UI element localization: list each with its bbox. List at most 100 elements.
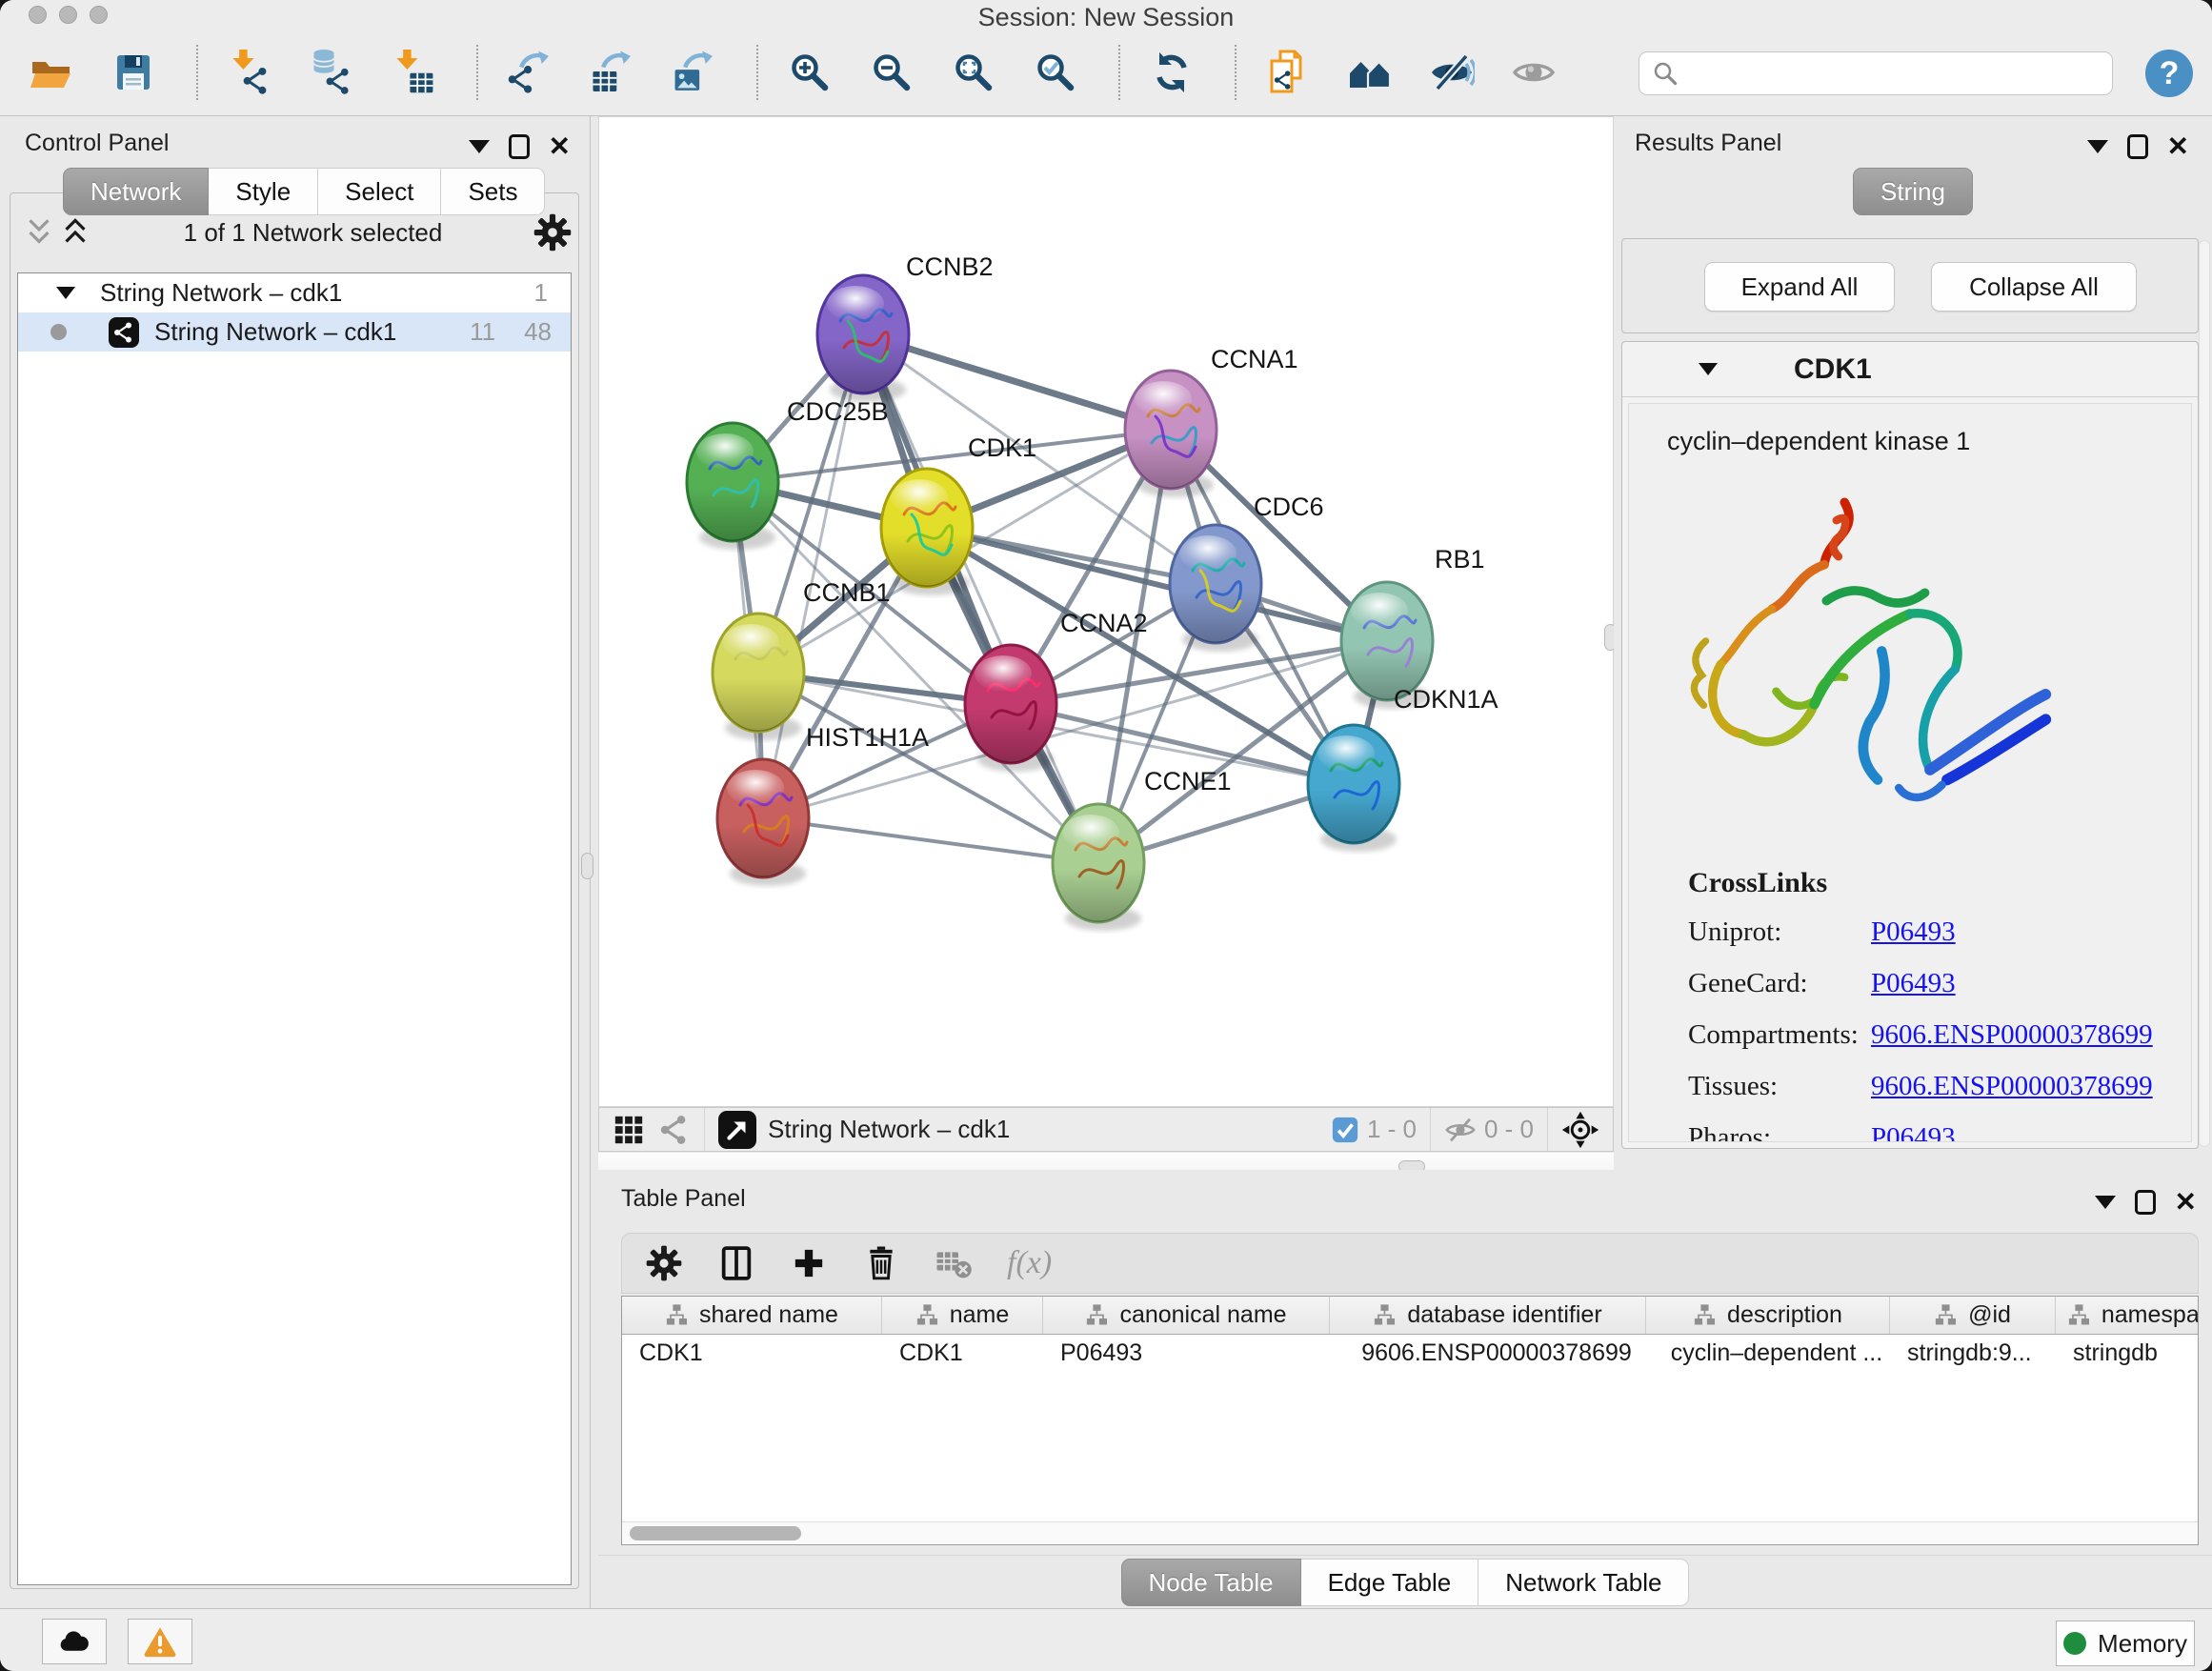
crosshair-icon[interactable] (1561, 1111, 1599, 1149)
selected-checkbox-icon[interactable] (1331, 1116, 1359, 1144)
collapse-all-button[interactable]: Collapse All (1931, 262, 2137, 312)
float-panel-icon[interactable] (469, 140, 490, 153)
crosslink-link[interactable]: 9606.ENSP00000378699 (1871, 1071, 2153, 1102)
zoom-out-button[interactable] (865, 44, 918, 101)
search-field[interactable] (1639, 51, 2113, 95)
network-node-CCNB2[interactable] (817, 275, 909, 402)
network-node-HIST1H1A[interactable] (717, 759, 809, 886)
toolbar-separator (1118, 45, 1120, 100)
show-all-button[interactable] (1507, 44, 1560, 101)
zoom-selected-button[interactable] (1029, 44, 1082, 101)
network-edge-CDK1-RB1[interactable] (927, 528, 1387, 641)
export-table-button[interactable] (585, 44, 638, 101)
maximize-panel-icon[interactable] (509, 134, 530, 159)
tab-network[interactable]: Network (63, 168, 209, 215)
network-node-CDK1[interactable] (881, 469, 973, 595)
open-session-button[interactable] (25, 44, 78, 101)
crosslink-link[interactable]: P06493 (1871, 968, 1956, 999)
table-settings-gear-icon[interactable] (645, 1244, 683, 1282)
table-row[interactable]: CDK1CDK1P064939606.ENSP00000378699cyclin… (622, 1335, 2198, 1371)
results-scrollbar[interactable] (2199, 240, 2210, 1147)
search-input[interactable] (1687, 59, 2112, 88)
tab-node-table[interactable]: Node Table (1121, 1559, 1301, 1606)
column-header-database-identifier[interactable]: database identifier (1330, 1297, 1646, 1334)
tab-network-table[interactable]: Network Table (1478, 1559, 1689, 1606)
help-button[interactable]: ? (2145, 50, 2193, 97)
network-node-CCNA2[interactable] (965, 645, 1056, 772)
import-network-from-file-button[interactable] (223, 44, 276, 101)
network-node-CDKN1A[interactable] (1308, 725, 1399, 852)
new-network-from-selection-button[interactable] (1261, 44, 1315, 101)
tab-sets[interactable]: Sets (441, 168, 545, 215)
close-table-icon[interactable]: ✕ (2175, 1189, 2197, 1216)
add-column-icon[interactable] (790, 1244, 828, 1282)
collection-expander-icon[interactable] (56, 287, 75, 299)
export-network-button[interactable] (503, 44, 556, 101)
network-node-CCNA1[interactable] (1125, 371, 1217, 497)
network-view-footer: String Network – cdk1 1 - 0 0 - 0 (598, 1107, 1614, 1152)
zoom-fit-button[interactable] (947, 44, 1000, 101)
network-node-CDC6[interactable] (1170, 525, 1261, 652)
cloud-button[interactable] (42, 1619, 107, 1664)
network-view-icon[interactable] (658, 1114, 691, 1146)
collapse-all-networks-icon[interactable] (57, 214, 93, 251)
float-table-icon[interactable] (2095, 1196, 2116, 1209)
delete-column-icon[interactable] (862, 1244, 900, 1282)
hide-selected-button[interactable] (1425, 44, 1478, 101)
column-header--id[interactable]: @id (1890, 1297, 2056, 1334)
table-hscroll-thumb[interactable] (630, 1526, 801, 1540)
network-node-CCNE1[interactable] (1053, 804, 1144, 931)
import-table-from-file-button[interactable] (387, 44, 440, 101)
crosslink-link[interactable]: P06493 (1871, 1122, 1956, 1142)
column-header-name[interactable]: name (882, 1297, 1043, 1334)
network-collection-row[interactable]: String Network – cdk1 1 (18, 273, 571, 312)
warnings-button[interactable] (128, 1619, 192, 1664)
network-options-gear-icon[interactable] (533, 212, 573, 252)
export-image-button[interactable] (667, 44, 720, 101)
table-hscrollbar[interactable] (622, 1521, 2198, 1544)
close-results-icon[interactable]: ✕ (2167, 133, 2189, 160)
first-neighbors-button[interactable] (1343, 44, 1397, 101)
tab-string[interactable]: String (1853, 168, 1973, 215)
import-network-from-database-button[interactable] (305, 44, 358, 101)
expand-all-button[interactable]: Expand All (1704, 262, 1895, 312)
table-cell: P06493 (1043, 1339, 1330, 1367)
zoom-in-button[interactable] (783, 44, 836, 101)
network-edge-CCNB2-CCNE1[interactable] (863, 334, 1098, 863)
hidden-counts: 0 - 0 (1484, 1115, 1534, 1144)
network-edge-HIST1H1A-CCNE1[interactable] (763, 818, 1098, 863)
grid-view-icon[interactable] (613, 1114, 645, 1146)
network-edge-CCNB2-CCNA1[interactable] (863, 334, 1171, 430)
protein-section-header[interactable]: CDK1 (1622, 342, 2198, 397)
control-panel: Control Panel ✕ NetworkStyleSelectSets 1… (0, 116, 591, 1608)
maximize-table-icon[interactable] (2135, 1190, 2156, 1215)
network-view-canvas[interactable]: CCNB2CCNA1CDC25BCDK1CDC6RB1CCNB1CCNA2CDK… (598, 116, 1614, 1107)
section-expander-icon[interactable] (1699, 363, 1718, 375)
show-columns-icon[interactable] (717, 1244, 755, 1282)
network-row-selected[interactable]: String Network – cdk1 11 48 (18, 312, 571, 352)
left-splitter-handle[interactable] (581, 853, 593, 879)
crosslink-link[interactable]: P06493 (1871, 916, 1956, 948)
memory-button[interactable]: Memory (2056, 1621, 2195, 1666)
protein-symbol: CDK1 (1794, 353, 1872, 386)
tab-style[interactable]: Style (209, 168, 318, 215)
network-node-CDC25B[interactable] (687, 423, 778, 550)
refresh-layout-button[interactable] (1145, 44, 1198, 101)
save-session-button[interactable] (107, 44, 160, 101)
crosslink-row: Pharos:P06493 (1688, 1122, 2153, 1142)
tab-select[interactable]: Select (318, 168, 441, 215)
column-header-canonical-name[interactable]: canonical name (1043, 1297, 1330, 1334)
column-header-shared-name[interactable]: shared name (622, 1297, 882, 1334)
close-panel-icon[interactable]: ✕ (549, 133, 571, 160)
hidden-eye-icon[interactable] (1444, 1114, 1477, 1146)
column-header-description[interactable]: description (1646, 1297, 1890, 1334)
column-header-namespace[interactable]: namespace (2056, 1297, 2199, 1334)
crosslink-link[interactable]: 9606.ENSP00000378699 (1871, 1019, 2153, 1051)
expand-all-networks-icon[interactable] (21, 214, 57, 251)
maximize-results-icon[interactable] (2127, 134, 2148, 159)
network-node-CCNB1[interactable] (713, 614, 804, 740)
birdseye-view-button[interactable] (718, 1111, 756, 1149)
tab-edge-table[interactable]: Edge Table (1301, 1559, 1479, 1606)
float-results-icon[interactable] (2087, 140, 2108, 153)
table-cell: CDK1 (882, 1339, 1043, 1367)
